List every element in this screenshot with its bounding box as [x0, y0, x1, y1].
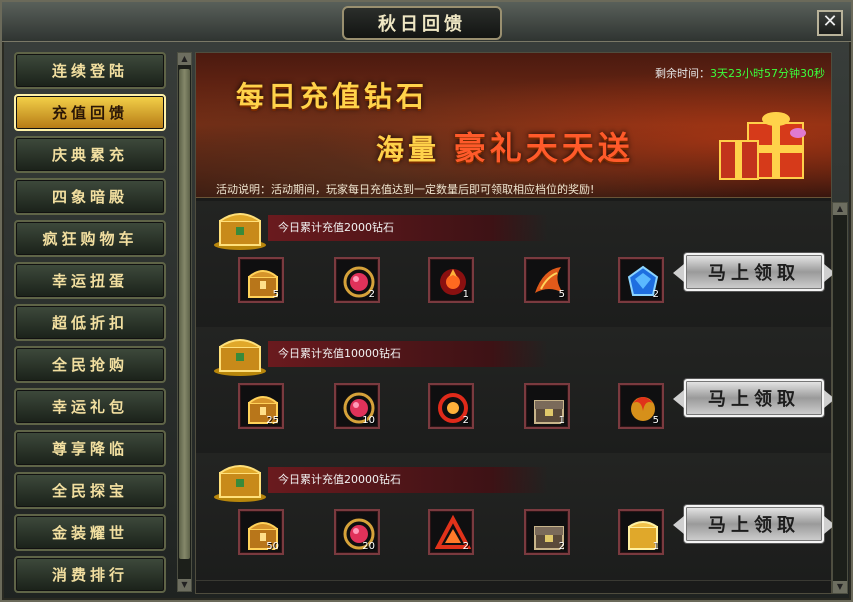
sidebar: 连续登陆充值回馈庆典累充四象暗殿疯狂购物车幸运扭蛋超低折扣全民抢购幸运礼包尊享降… [10, 46, 170, 596]
item-count: 5 [652, 415, 659, 426]
tier-requirement: 今日累计充值10000钻石 [268, 341, 548, 367]
banner-sub-a: 海量 [376, 133, 441, 166]
sidebar-item[interactable]: 全民探宝 [14, 472, 166, 509]
item-count: 2 [558, 541, 565, 552]
sidebar-item[interactable]: 金装耀世 [14, 514, 166, 551]
reward-tier: 今日累计充值10000钻石 25 10 2 1 5 马上领取 [196, 327, 835, 455]
timer-label: 剩余时间： [655, 67, 710, 80]
sidebar-item[interactable]: 四象暗殿 [14, 178, 166, 215]
tier-chest-icon [214, 465, 266, 502]
sidebar-item[interactable]: 幸运扭蛋 [14, 262, 166, 299]
item-count: 1 [462, 289, 469, 300]
claim-button[interactable]: 马上领取 [673, 379, 835, 417]
item-count: 2 [652, 289, 659, 300]
sidebar-item[interactable]: 超低折扣 [14, 304, 166, 341]
scroll-thumb[interactable] [179, 69, 190, 559]
reward-tier: 今日累计充值2000钻石 5 2 1 5 2 马上领取 [196, 201, 835, 329]
banner-sub-b: 豪礼天天送 [453, 129, 634, 167]
sidebar-item[interactable]: 庆典累充 [14, 136, 166, 173]
gift-box-icon [719, 112, 806, 180]
desc-text: 活动期间，玩家每日充值达到一定数量后即可领取相应档位的奖励! [271, 183, 595, 196]
scroll-up-arrow[interactable]: ▲ [178, 53, 191, 65]
reward-item[interactable]: 5 [238, 257, 284, 303]
item-count: 2 [368, 289, 375, 300]
item-count: 5 [558, 289, 565, 300]
event-description: 活动说明：活动期间，玩家每日充值达到一定数量后即可领取相应档位的奖励! [216, 181, 594, 197]
activity-window: 秋日回馈 ✕ 连续登陆充值回馈庆典累充四象暗殿疯狂购物车幸运扭蛋超低折扣全民抢购… [0, 0, 853, 602]
reward-item[interactable]: 2 [334, 257, 380, 303]
countdown-timer: 剩余时间：3天23小时57分钟30秒 [655, 65, 825, 81]
content-scroll-up-arrow[interactable]: ▲ [833, 203, 847, 215]
reward-item[interactable]: 2 [524, 509, 570, 555]
sidebar-scrollbar[interactable]: ▲ ▼ [177, 52, 192, 592]
reward-item[interactable]: 5 [524, 257, 570, 303]
reward-item[interactable]: 50 [238, 509, 284, 555]
close-button[interactable]: ✕ [817, 10, 843, 36]
reward-item[interactable]: 1 [428, 257, 474, 303]
tier-chest-icon [214, 339, 266, 376]
item-count: 5 [272, 289, 279, 300]
scroll-down-arrow[interactable]: ▼ [178, 579, 191, 591]
reward-item[interactable]: 1 [618, 509, 664, 555]
sidebar-item[interactable]: 全民抢购 [14, 346, 166, 383]
window-title: 秋日回馈 [342, 6, 502, 40]
banner-headline: 每日充值钻石 [236, 80, 429, 113]
sidebar-item[interactable]: 幸运礼包 [14, 388, 166, 425]
tier-requirement: 今日累计充值2000钻石 [268, 215, 548, 241]
tier-chest-icon [214, 213, 266, 250]
reward-item[interactable]: 5 [618, 383, 664, 429]
item-count: 1 [652, 541, 659, 552]
item-count: 2 [462, 541, 469, 552]
sidebar-item[interactable]: 疯狂购物车 [14, 220, 166, 257]
sidebar-item[interactable]: 消费排行 [14, 556, 166, 593]
tier-requirement: 今日累计充值20000钻石 [268, 467, 548, 493]
banner-subheadline: 海量 豪礼天天送 [376, 123, 634, 169]
sidebar-item[interactable]: 连续登陆 [14, 52, 166, 89]
event-banner: 每日充值钻石 海量 豪礼天天送 剩余时间：3天23小时57分钟30秒 活动说明：… [196, 53, 831, 198]
reward-item[interactable]: 10 [334, 383, 380, 429]
claim-button[interactable]: 马上领取 [673, 505, 835, 543]
sidebar-item[interactable]: 充值回馈 [14, 94, 166, 131]
item-count: 25 [266, 415, 279, 426]
timer-value: 3天23小时57分钟30秒 [710, 67, 825, 80]
claim-button[interactable]: 马上领取 [673, 253, 835, 291]
reward-item[interactable]: 2 [618, 257, 664, 303]
desc-label: 活动说明： [216, 183, 271, 196]
item-count: 1 [558, 415, 565, 426]
reward-item[interactable]: 25 [238, 383, 284, 429]
reward-item[interactable]: 1 [524, 383, 570, 429]
content-scrollbar[interactable]: ▲ ▼ [832, 202, 848, 594]
content-scroll-down-arrow[interactable]: ▼ [833, 581, 847, 593]
reward-tier: 今日累计充值20000钻石 50 20 2 2 1 马上领取 [196, 453, 835, 581]
reward-item[interactable]: 20 [334, 509, 380, 555]
reward-item[interactable]: 2 [428, 383, 474, 429]
sidebar-item[interactable]: 尊享降临 [14, 430, 166, 467]
main-panel: 每日充值钻石 海量 豪礼天天送 剩余时间：3天23小时57分钟30秒 活动说明：… [195, 52, 835, 594]
item-count: 50 [266, 541, 279, 552]
item-count: 2 [462, 415, 469, 426]
title-bar: 秋日回馈 ✕ [2, 2, 851, 42]
reward-item[interactable]: 2 [428, 509, 474, 555]
item-count: 20 [362, 541, 375, 552]
item-count: 10 [362, 415, 375, 426]
